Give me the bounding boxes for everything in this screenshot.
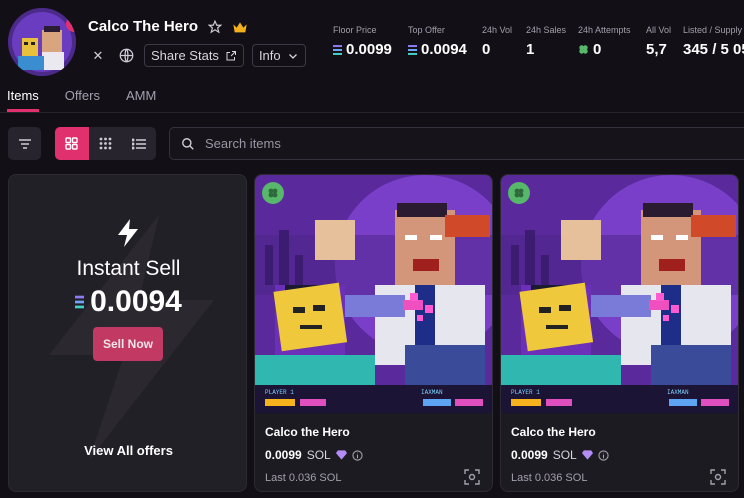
stat-value: 0 (482, 41, 491, 58)
share-icon (226, 50, 236, 60)
tab-amm[interactable]: AMM (126, 88, 156, 112)
stat-value: 345 / 5 05 (683, 41, 744, 58)
collection-stats: Floor Price 0.0099 Top Offer 0.0094 24h … (333, 25, 744, 58)
list-icon (132, 138, 147, 149)
nft-image: PLAYER 1 IAXMAN (255, 175, 492, 413)
view-mode-toggle (55, 127, 156, 160)
info-dropdown[interactable]: Info (251, 44, 306, 67)
filter-button[interactable] (8, 127, 41, 160)
nft-name: Calco the Hero (511, 425, 596, 439)
favorite-star-icon[interactable] (208, 19, 223, 34)
stat-label: All Vol (646, 25, 672, 35)
diamond-icon (581, 450, 593, 460)
instant-sell-price-value: 0.0094 (90, 285, 182, 318)
inspect-icon[interactable] (710, 469, 726, 485)
stat-label: 24h Sales (526, 25, 567, 35)
stat-24h-sales: 24h Sales 1 (526, 25, 567, 58)
nft-price-unit: SOL (306, 448, 331, 462)
stat-top-offer: Top Offer 0.0094 (408, 25, 468, 58)
stat-label: Top Offer (408, 25, 445, 35)
hud-player-label: PLAYER 1 (265, 389, 294, 396)
nft-card[interactable]: PLAYER 1 IAXMAN Calco the Hero 0.0099 SO… (254, 174, 493, 492)
stat-value: 0 (593, 41, 602, 58)
nft-price: 0.0099 SOL (265, 448, 363, 462)
hud-player-label: PLAYER 1 (511, 389, 540, 396)
collection-title: Calco The Hero (88, 18, 199, 35)
instant-sell-price: 0.0094 (9, 285, 246, 319)
grid-small-icon (99, 137, 112, 150)
hud-enemy-label: IAXMAN (667, 389, 689, 396)
globe-icon[interactable] (116, 46, 136, 66)
grid-large-view-button[interactable] (55, 127, 89, 160)
tab-bar: Items Offers AMM (7, 88, 156, 112)
filter-icon (18, 138, 31, 149)
nft-last-sale: Last 0.036 SOL (511, 472, 588, 484)
nft-image: PLAYER 1 IAXMAN (501, 175, 738, 413)
nft-last-sale: Last 0.036 SOL (265, 472, 342, 484)
tab-offers[interactable]: Offers (65, 88, 100, 112)
sell-now-button[interactable]: Sell Now (93, 327, 163, 361)
stat-value: 0.0099 (346, 41, 392, 58)
sol-icon (408, 44, 417, 55)
info-icon[interactable] (598, 449, 609, 461)
stat-value: 0.0094 (421, 41, 467, 58)
share-stats-button[interactable]: Share Stats (144, 44, 244, 67)
stat-all-vol: All Vol 5,7 (646, 25, 672, 58)
chevron-down-icon (288, 53, 297, 59)
instant-sell-title: Instant Sell (76, 257, 181, 280)
nft-price: 0.0099 SOL (511, 448, 609, 462)
clover-icon (268, 188, 278, 198)
view-all-offers-link[interactable]: View All offers (9, 443, 246, 458)
search-box (169, 127, 744, 160)
stat-24h-vol: 24h Vol 0 (482, 25, 512, 58)
lightning-icon (118, 219, 138, 247)
hud-enemy-label: IAXMAN (421, 389, 443, 396)
search-input[interactable] (205, 136, 705, 151)
nft-price-value: 0.0099 (265, 448, 302, 462)
stat-value: 5,7 (646, 41, 667, 58)
nft-name: Calco the Hero (265, 425, 350, 439)
list-view-button[interactable] (122, 127, 156, 160)
clover-icon (579, 45, 588, 54)
nft-card[interactable]: PLAYER 1 IAXMAN Calco the Hero 0.0099 SO… (500, 174, 739, 492)
diamond-icon (335, 450, 347, 460)
rarity-badge (508, 182, 530, 204)
nft-price-value: 0.0099 (511, 448, 548, 462)
collection-avatar: ✓ (8, 8, 76, 76)
sol-icon (75, 295, 85, 309)
stat-label: Listed / Supply (683, 25, 743, 35)
instant-sell-card: Instant Sell 0.0094 Sell Now View All of… (8, 174, 247, 492)
x-twitter-icon[interactable]: ✕ (88, 46, 108, 66)
stat-listed-supply: Listed / Supply 345 / 5 05 (683, 25, 744, 58)
verified-badge-icon: ✓ (66, 16, 76, 32)
share-stats-label: Share Stats (151, 48, 219, 63)
stat-24h-attempts: 24h Attempts 0 (578, 25, 632, 58)
search-icon (182, 137, 194, 150)
stat-floor-price: Floor Price 0.0099 (333, 25, 394, 58)
app-root: ✓ Calco The Hero ✕ Share Stats Info Floo… (0, 0, 744, 498)
stat-value: 1 (526, 41, 535, 58)
rarity-badge (262, 182, 284, 204)
nft-price-unit: SOL (552, 448, 577, 462)
stat-label: Floor Price (333, 25, 377, 35)
info-icon[interactable] (352, 449, 363, 461)
crown-icon (233, 21, 247, 32)
grid-small-view-button[interactable] (89, 127, 123, 160)
clover-icon (514, 188, 524, 198)
inspect-icon[interactable] (464, 469, 480, 485)
sol-icon (333, 44, 342, 55)
grid-large-icon (65, 137, 79, 150)
stat-label: 24h Vol (482, 25, 513, 35)
tab-divider (0, 112, 744, 113)
info-label: Info (258, 48, 281, 63)
tab-items[interactable]: Items (7, 88, 39, 112)
stat-label: 24h Attempts (578, 25, 631, 35)
